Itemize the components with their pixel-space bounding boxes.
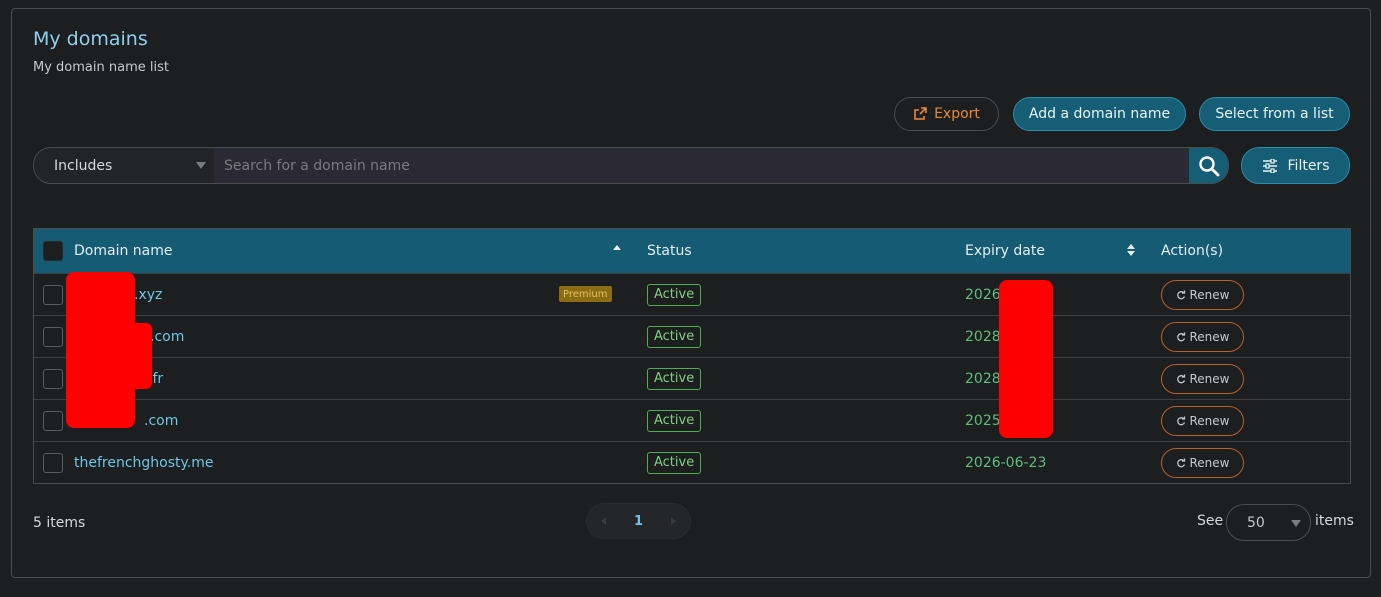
refresh-icon <box>1176 290 1185 299</box>
export-label: Export <box>934 106 980 122</box>
renew-button[interactable]: Renew <box>1161 447 1244 478</box>
domain-link[interactable]: .com <box>144 413 178 429</box>
export-button[interactable]: Export <box>894 97 999 131</box>
table-row: .fr Active 2028 Renew <box>34 357 1350 399</box>
premium-badge: Premium <box>559 286 612 302</box>
renew-button[interactable]: Renew <box>1161 405 1244 436</box>
refresh-icon <box>1176 374 1185 383</box>
expiry-date: 2026 <box>965 286 1001 303</box>
renew-button[interactable]: Renew <box>1161 321 1244 352</box>
status-badge: Active <box>647 451 702 474</box>
search-mode-value: Includes <box>54 157 113 174</box>
renew-label: Renew <box>1189 287 1230 302</box>
column-status: Status <box>647 243 692 259</box>
table-row: .xyz Premium Active 2026 Renew <box>34 273 1350 315</box>
page-number[interactable]: 1 <box>634 514 643 529</box>
renew-label: Renew <box>1189 413 1230 428</box>
status-badge: Active <box>647 283 702 306</box>
renew-button[interactable]: Renew <box>1161 363 1244 394</box>
page-title: My domains <box>33 28 148 50</box>
row-checkbox[interactable] <box>43 452 63 473</box>
search-input[interactable] <box>214 148 1189 183</box>
item-count: 5 items <box>33 515 86 531</box>
renew-label: Renew <box>1189 455 1230 470</box>
row-checkbox[interactable] <box>43 410 63 431</box>
chevron-down-icon <box>196 162 206 169</box>
renew-button[interactable]: Renew <box>1161 279 1244 310</box>
expiry-date: 2026-06-23 <box>965 454 1047 471</box>
search-button[interactable] <box>1189 148 1228 183</box>
select-from-list-button[interactable]: Select from a list <box>1199 97 1350 131</box>
filters-label: Filters <box>1287 157 1330 174</box>
pagination: 1 <box>586 503 691 539</box>
items-label: items <box>1315 513 1354 529</box>
domain-link[interactable]: thefrenchghosty.me <box>74 455 214 471</box>
see-label: See <box>1197 513 1224 529</box>
row-checkbox[interactable] <box>43 368 63 389</box>
next-page-icon[interactable] <box>670 517 676 525</box>
domain-link[interactable]: .xyz <box>134 287 162 303</box>
table-header: Domain name Status Expiry date Action(s) <box>34 229 1350 273</box>
expiry-date: 2028 <box>965 370 1001 387</box>
add-domain-label: Add a domain name <box>1028 106 1171 122</box>
add-domain-button[interactable]: Add a domain name <box>1013 97 1186 131</box>
row-checkbox[interactable] <box>43 326 63 347</box>
redaction-block <box>125 323 152 389</box>
renew-label: Renew <box>1189 371 1230 386</box>
items-per-page-select[interactable]: 50 <box>1226 504 1311 541</box>
search-mode-select[interactable]: Includes <box>34 148 214 183</box>
expiry-date: 2028 <box>965 328 1001 345</box>
column-expiry-date[interactable]: Expiry date <box>965 243 1045 259</box>
expiry-date: 2025 <box>965 412 1001 429</box>
column-actions: Action(s) <box>1161 243 1224 259</box>
sort-icon[interactable] <box>1127 244 1135 256</box>
search-icon <box>1198 155 1219 176</box>
select-all-checkbox[interactable] <box>43 241 63 261</box>
export-icon <box>914 107 927 120</box>
table-row: .com Active 2028 Renew <box>34 315 1350 357</box>
domain-link[interactable]: .com <box>150 329 184 345</box>
filters-button[interactable]: Filters <box>1241 147 1350 184</box>
search-bar: Includes <box>33 147 1229 184</box>
status-badge: Active <box>647 367 702 390</box>
redaction-block <box>999 280 1053 438</box>
refresh-icon <box>1176 458 1185 467</box>
refresh-icon <box>1176 332 1185 341</box>
page-subtitle: My domain name list <box>33 60 169 75</box>
sliders-icon <box>1262 158 1277 173</box>
status-badge: Active <box>647 325 702 348</box>
domains-table: Domain name Status Expiry date Action(s)… <box>33 228 1351 484</box>
table-row: thefrenchghosty.me Active 2026-06-23 Ren… <box>34 441 1350 483</box>
column-domain-name[interactable]: Domain name <box>74 243 172 259</box>
status-badge: Active <box>647 409 702 432</box>
renew-label: Renew <box>1189 329 1230 344</box>
chevron-down-icon <box>1291 520 1301 527</box>
select-from-list-label: Select from a list <box>1215 106 1334 122</box>
domains-panel: My domains My domain name list Export Ad… <box>11 8 1371 578</box>
previous-page-icon[interactable] <box>601 517 606 525</box>
items-per-page-value: 50 <box>1247 514 1265 531</box>
sort-ascending-icon[interactable] <box>613 245 621 250</box>
refresh-icon <box>1176 416 1185 425</box>
row-checkbox[interactable] <box>43 284 63 305</box>
table-row: .com Active 2025 Renew <box>34 399 1350 441</box>
